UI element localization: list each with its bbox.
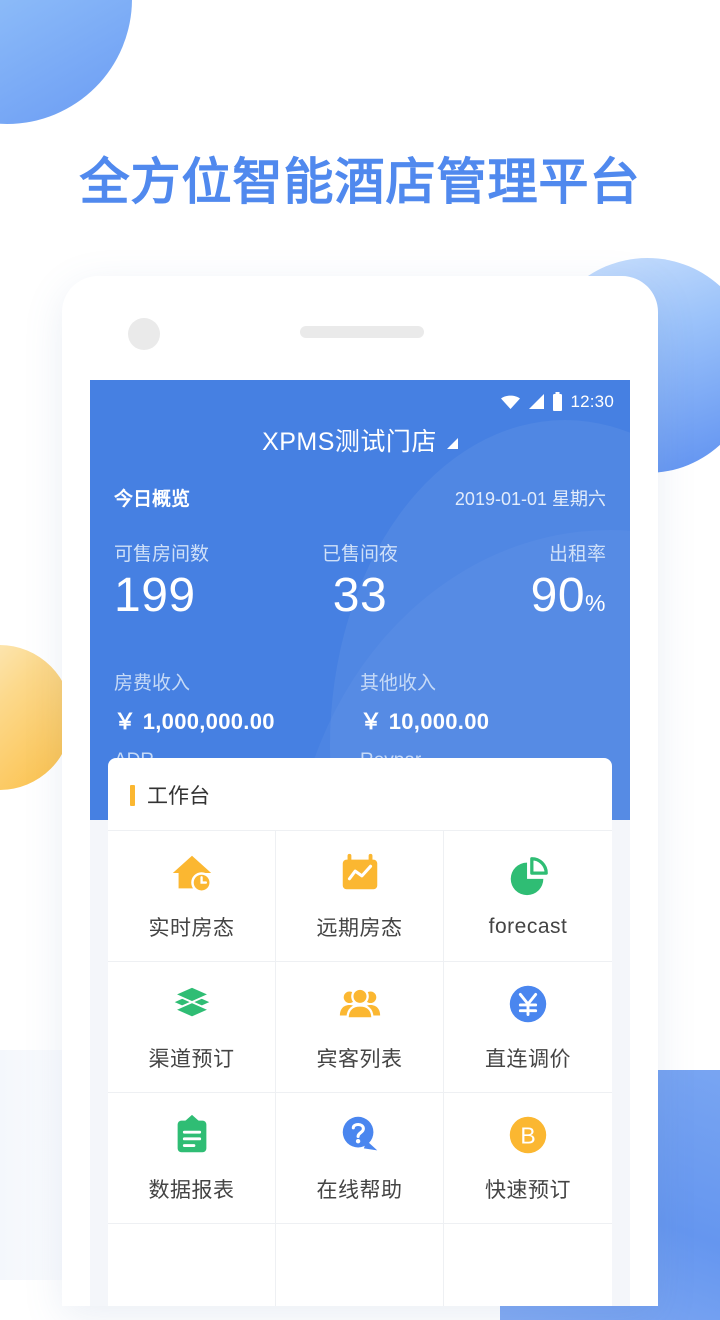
question-bubble-icon [342, 1116, 377, 1151]
b-circle-icon: B [509, 1116, 547, 1154]
tool-quick-booking[interactable]: B 快速预订 [444, 1093, 612, 1224]
tool-online-help[interactable]: 在线帮助 [276, 1093, 444, 1224]
tool-forecast[interactable]: forecast [444, 831, 612, 962]
revenue-label: 其他收入 [360, 673, 437, 694]
layers-icon [171, 985, 212, 1019]
kpi-label: 可售房间数 [114, 544, 210, 565]
tool-label: 直连调价 [485, 1048, 571, 1071]
kpi-value: 90% [442, 572, 606, 620]
tool-label: 渠道预订 [148, 1048, 235, 1071]
clipboard-icon [177, 1114, 206, 1153]
section-accent-bar [130, 784, 135, 806]
app-header: 12:30 XPMS测试门店 今日概览 2019-01-01 星期六 可售房间数… [90, 380, 630, 820]
tool-label: 在线帮助 [316, 1179, 403, 1202]
kpi-rooms-sold: 已售间夜 33 [278, 539, 442, 620]
page-headline: 全方位智能酒店管理平台 [79, 154, 641, 210]
kpi-number: 199 [114, 569, 196, 622]
calendar-chart-icon [342, 853, 377, 890]
status-bar: 12:30 [90, 380, 630, 412]
overview-label: 今日概览 [114, 489, 191, 510]
workbench-header: 工作台 [108, 758, 612, 831]
kpi-value: 199 [114, 572, 278, 620]
wifi-icon [501, 395, 521, 409]
tool-direct-price-adjust[interactable]: 直连调价 [444, 962, 612, 1093]
overview-date: 2019-01-01 星期六 [454, 489, 606, 509]
kpi-occupancy-rate: 出租率 90% [442, 539, 606, 620]
kpi-value: 33 [278, 572, 442, 620]
svg-text:B: B [520, 1123, 535, 1149]
phone-mockup: 12:30 XPMS测试门店 今日概览 2019-01-01 星期六 可售房间数… [62, 276, 658, 1306]
people-icon [339, 987, 380, 1020]
dropdown-caret-icon [446, 437, 458, 449]
earpiece-speaker-icon [300, 326, 424, 338]
tool-grid: 实时房态 远期房态 forecast 渠道预订 宾客列表 直连调价 数据报表 在… [108, 831, 612, 1306]
tool-label: 宾客列表 [316, 1048, 403, 1071]
tool-row4-placeholder[interactable] [108, 1224, 276, 1306]
tool-row4-placeholder[interactable] [276, 1224, 444, 1306]
kpi-label: 已售间夜 [321, 544, 398, 565]
kpi-row: 可售房间数 199 已售间夜 33 出租率 90% [90, 539, 630, 620]
tool-label: 远期房态 [316, 917, 403, 940]
workbench-card: 工作台 实时房态 远期房态 forecast 渠道预订 宾客列表 直连调价 数据… [108, 758, 612, 1306]
tool-channel-booking[interactable]: 渠道预订 [108, 962, 276, 1093]
store-selector[interactable]: XPMS测试门店 [90, 422, 630, 458]
house-clock-icon [172, 855, 212, 893]
overview-row: 今日概览 2019-01-01 星期六 [90, 484, 630, 511]
camera-dot-icon [128, 318, 160, 350]
workbench-title: 工作台 [147, 785, 210, 808]
tool-guest-list[interactable]: 宾客列表 [276, 962, 444, 1093]
decorative-circle-top-left [0, 0, 132, 124]
revenue-value: ￥ 1,000,000.00 [114, 709, 275, 734]
tool-future-room-status[interactable]: 远期房态 [276, 831, 444, 962]
tool-label: 数据报表 [148, 1179, 235, 1202]
store-name-label: XPMS测试门店 [262, 428, 437, 456]
tool-label: forecast [488, 915, 568, 938]
kpi-number: 90 [530, 569, 586, 622]
tool-data-reports[interactable]: 数据报表 [108, 1093, 276, 1224]
signal-icon [529, 393, 545, 409]
status-bar-time: 12:30 [570, 391, 614, 411]
tool-label: 实时房态 [148, 917, 235, 940]
tool-realtime-room-status[interactable]: 实时房态 [108, 831, 276, 962]
kpi-rooms-available: 可售房间数 199 [114, 539, 278, 620]
yuan-circle-icon [509, 985, 547, 1023]
revenue-label: 房费收入 [114, 673, 191, 694]
tool-label: 快速预订 [485, 1179, 571, 1202]
pie-chart-icon [510, 857, 548, 896]
kpi-number: 33 [332, 569, 388, 622]
kpi-unit: % [585, 590, 606, 616]
phone-screen: 12:30 XPMS测试门店 今日概览 2019-01-01 星期六 可售房间数… [90, 380, 630, 1306]
kpi-label: 出租率 [548, 544, 606, 565]
revenue-value: ￥ 10,000.00 [360, 709, 490, 734]
tool-row4-placeholder[interactable] [444, 1224, 612, 1306]
battery-icon [553, 392, 563, 411]
